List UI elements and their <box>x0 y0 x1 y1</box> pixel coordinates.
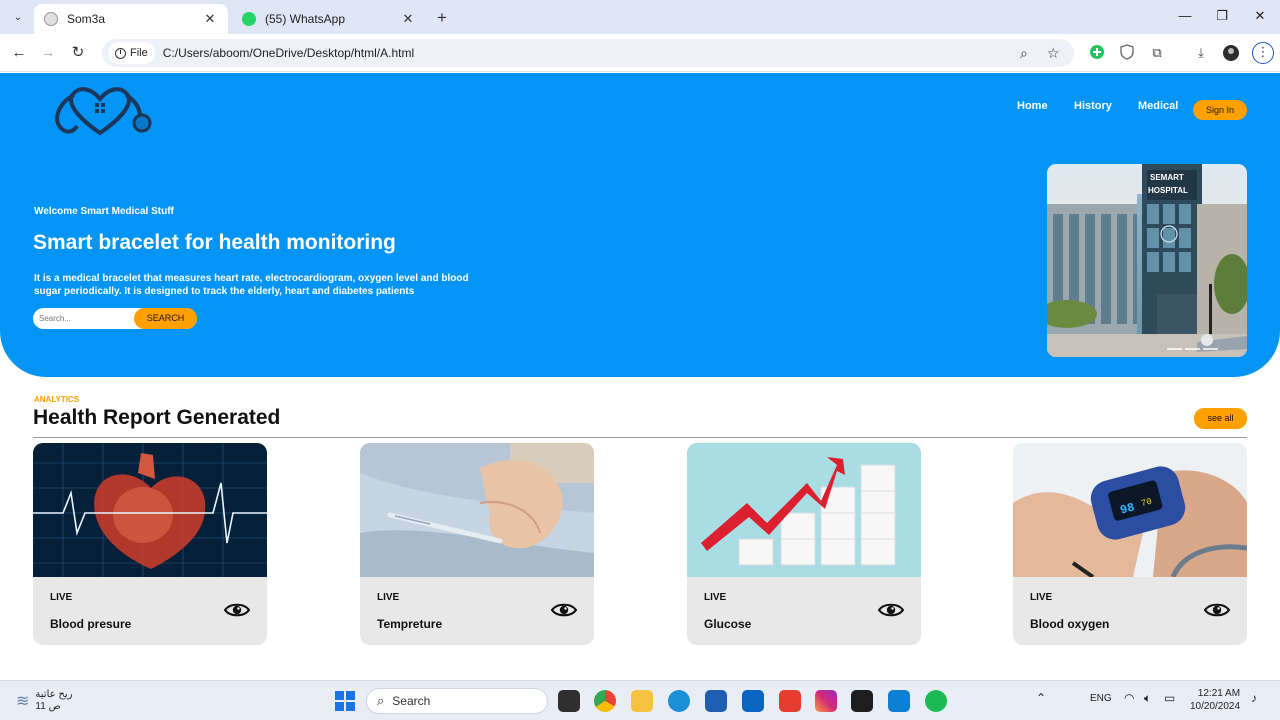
live-badge: LIVE <box>50 592 73 603</box>
instagram-icon[interactable] <box>815 690 837 712</box>
hero-headline: Smart bracelet for health monitoring <box>33 231 396 254</box>
card-title: Blood oxygen <box>1030 617 1110 631</box>
live-badge: LIVE <box>1030 592 1053 603</box>
profile-avatar[interactable] <box>1222 44 1240 62</box>
svg-text:SEMART: SEMART <box>1150 173 1184 182</box>
site-info-chip[interactable]: i File <box>108 42 155 64</box>
close-window-icon[interactable]: ✕ <box>1250 8 1270 24</box>
info-icon: i <box>115 47 126 59</box>
hospital-image: SEMART HOSPITAL <box>1047 164 1247 357</box>
tab-title: (55) WhatsApp <box>265 12 346 26</box>
reload-icon[interactable]: ↻ <box>68 43 88 63</box>
tab-som3a[interactable]: Som3a ✕ <box>34 4 228 34</box>
wind-icon: ≋ <box>16 693 30 710</box>
extensions-puzzle-icon[interactable]: ⧉ <box>1148 44 1166 62</box>
hero-section: Home History Medical Sign In Welcome Sma… <box>0 73 1280 377</box>
card-blood-pressure[interactable]: LIVE Blood presure <box>33 443 267 645</box>
heart-ecg-image <box>33 443 267 577</box>
tab-whatsapp[interactable]: (55) WhatsApp ✕ <box>232 4 426 34</box>
weather-temp: 11 ص <box>35 701 61 712</box>
scheme-label: File <box>130 47 148 59</box>
close-tab-icon[interactable]: ✕ <box>400 11 416 27</box>
eye-icon[interactable] <box>550 601 578 624</box>
clock[interactable]: 12:21 AM 10/20/2024 <box>1190 687 1240 713</box>
eye-icon[interactable] <box>877 601 905 624</box>
weather-condition: ريح عاتية <box>35 689 73 700</box>
outlook-icon[interactable] <box>742 690 764 712</box>
file-explorer-icon[interactable] <box>631 690 653 712</box>
whatsapp-icon <box>242 12 256 26</box>
shield-icon[interactable] <box>1118 44 1136 62</box>
new-tab-button[interactable]: + <box>432 8 452 28</box>
hero-description: It is a medical bracelet that measures h… <box>34 273 469 297</box>
vscode-icon[interactable] <box>888 690 910 712</box>
menu-kebab-icon[interactable]: ⋮ <box>1252 42 1274 64</box>
date-text: 10/20/2024 <box>1190 701 1241 712</box>
eye-icon[interactable] <box>223 601 251 624</box>
chrome-icon[interactable] <box>594 690 616 712</box>
svg-text:HOSPITAL: HOSPITAL <box>1148 186 1188 195</box>
back-icon[interactable]: ← <box>9 43 29 63</box>
thermometer-image <box>360 443 594 577</box>
maximize-icon[interactable]: ❐ <box>1212 8 1232 24</box>
address-bar[interactable]: i File C:/Users/aboom/OneDrive/Desktop/h… <box>102 39 1074 67</box>
close-tab-icon[interactable]: ✕ <box>202 11 218 27</box>
see-all-button[interactable]: see all <box>1194 408 1247 429</box>
battery-icon[interactable]: ▭ <box>1164 691 1175 705</box>
wps-office-icon[interactable] <box>779 690 801 712</box>
taskbar: ≋ ريح عاتية 11 ص ⌕ Search ⌃ ENG ◠ 🔈︎ ▭ 1… <box>0 680 1280 720</box>
sugar-cubes-chart-image <box>687 443 921 577</box>
hero-search: SEARCH <box>33 308 197 329</box>
card-glucose[interactable]: LIVE Glucose <box>687 443 921 645</box>
extension-green-icon[interactable] <box>1088 44 1106 62</box>
chevron-up-icon[interactable]: ⌃ <box>1036 691 1046 705</box>
card-title: Tempreture <box>377 617 443 631</box>
task-view-icon[interactable] <box>558 690 580 712</box>
volume-icon[interactable]: 🔈︎ <box>1144 691 1151 706</box>
microsoft-store-icon[interactable] <box>705 690 727 712</box>
eye-icon[interactable] <box>1203 601 1231 624</box>
section-eyebrow: ANALYTICS <box>34 395 80 404</box>
spotify-icon[interactable] <box>925 690 947 712</box>
nav-history[interactable]: History <box>1074 100 1112 112</box>
sign-in-button[interactable]: Sign In <box>1193 100 1247 120</box>
download-icon[interactable]: ⤓ <box>1192 44 1210 62</box>
stethoscope-heart-logo[interactable] <box>44 81 156 146</box>
edge-icon[interactable] <box>668 690 690 712</box>
time-text: 12:21 AM <box>1197 688 1241 699</box>
nav-home[interactable]: Home <box>1017 100 1048 112</box>
search-input[interactable] <box>39 311 131 326</box>
card-temperature[interactable]: LIVE Tempreture <box>360 443 594 645</box>
weather-widget[interactable]: ≋ ريح عاتية 11 ص <box>16 689 72 713</box>
nav-medical[interactable]: Medical <box>1138 100 1178 112</box>
minimize-icon[interactable]: — <box>1175 8 1195 23</box>
globe-icon <box>44 12 58 26</box>
search-button[interactable]: SEARCH <box>134 308 197 329</box>
forward-icon[interactable]: → <box>38 43 58 63</box>
notification-bell-icon[interactable]: ♪ <box>1251 691 1257 705</box>
terminal-icon[interactable] <box>851 690 873 712</box>
live-badge: LIVE <box>377 592 400 603</box>
windows-start-icon[interactable] <box>334 690 356 712</box>
live-badge: LIVE <box>704 592 727 603</box>
toolbar: ← → ↻ i File C:/Users/aboom/OneDrive/Des… <box>0 34 1280 72</box>
pulse-oximeter-image: 98 70 <box>1013 443 1247 579</box>
card-title: Glucose <box>704 617 752 631</box>
language-indicator[interactable]: ENG <box>1090 693 1112 704</box>
search-icon: ⌕ <box>377 693 385 708</box>
welcome-text: Welcome Smart Medical Stuff <box>34 206 174 217</box>
tab-strip: ⌄ Som3a ✕ (55) WhatsApp ✕ + — ❐ ✕ <box>0 0 1280 34</box>
divider <box>33 437 1247 438</box>
bookmark-star-icon[interactable]: ☆ <box>1047 45 1060 62</box>
card-blood-oxygen[interactable]: 98 70 LIVE Blood oxygen <box>1013 443 1247 645</box>
section-title: Health Report Generated <box>33 406 281 429</box>
wifi-icon[interactable]: ◠ <box>1124 691 1134 705</box>
card-title: Blood presure <box>50 617 132 631</box>
tab-search-chevron-icon[interactable]: ⌄ <box>8 7 28 27</box>
taskbar-search[interactable]: ⌕ Search <box>366 688 548 714</box>
zoom-icon[interactable]: ⌕ <box>1020 45 1028 62</box>
url-text[interactable]: C:/Users/aboom/OneDrive/Desktop/html/A.h… <box>163 46 414 60</box>
taskbar-search-label: Search <box>392 694 431 708</box>
tab-title: Som3a <box>67 12 106 26</box>
